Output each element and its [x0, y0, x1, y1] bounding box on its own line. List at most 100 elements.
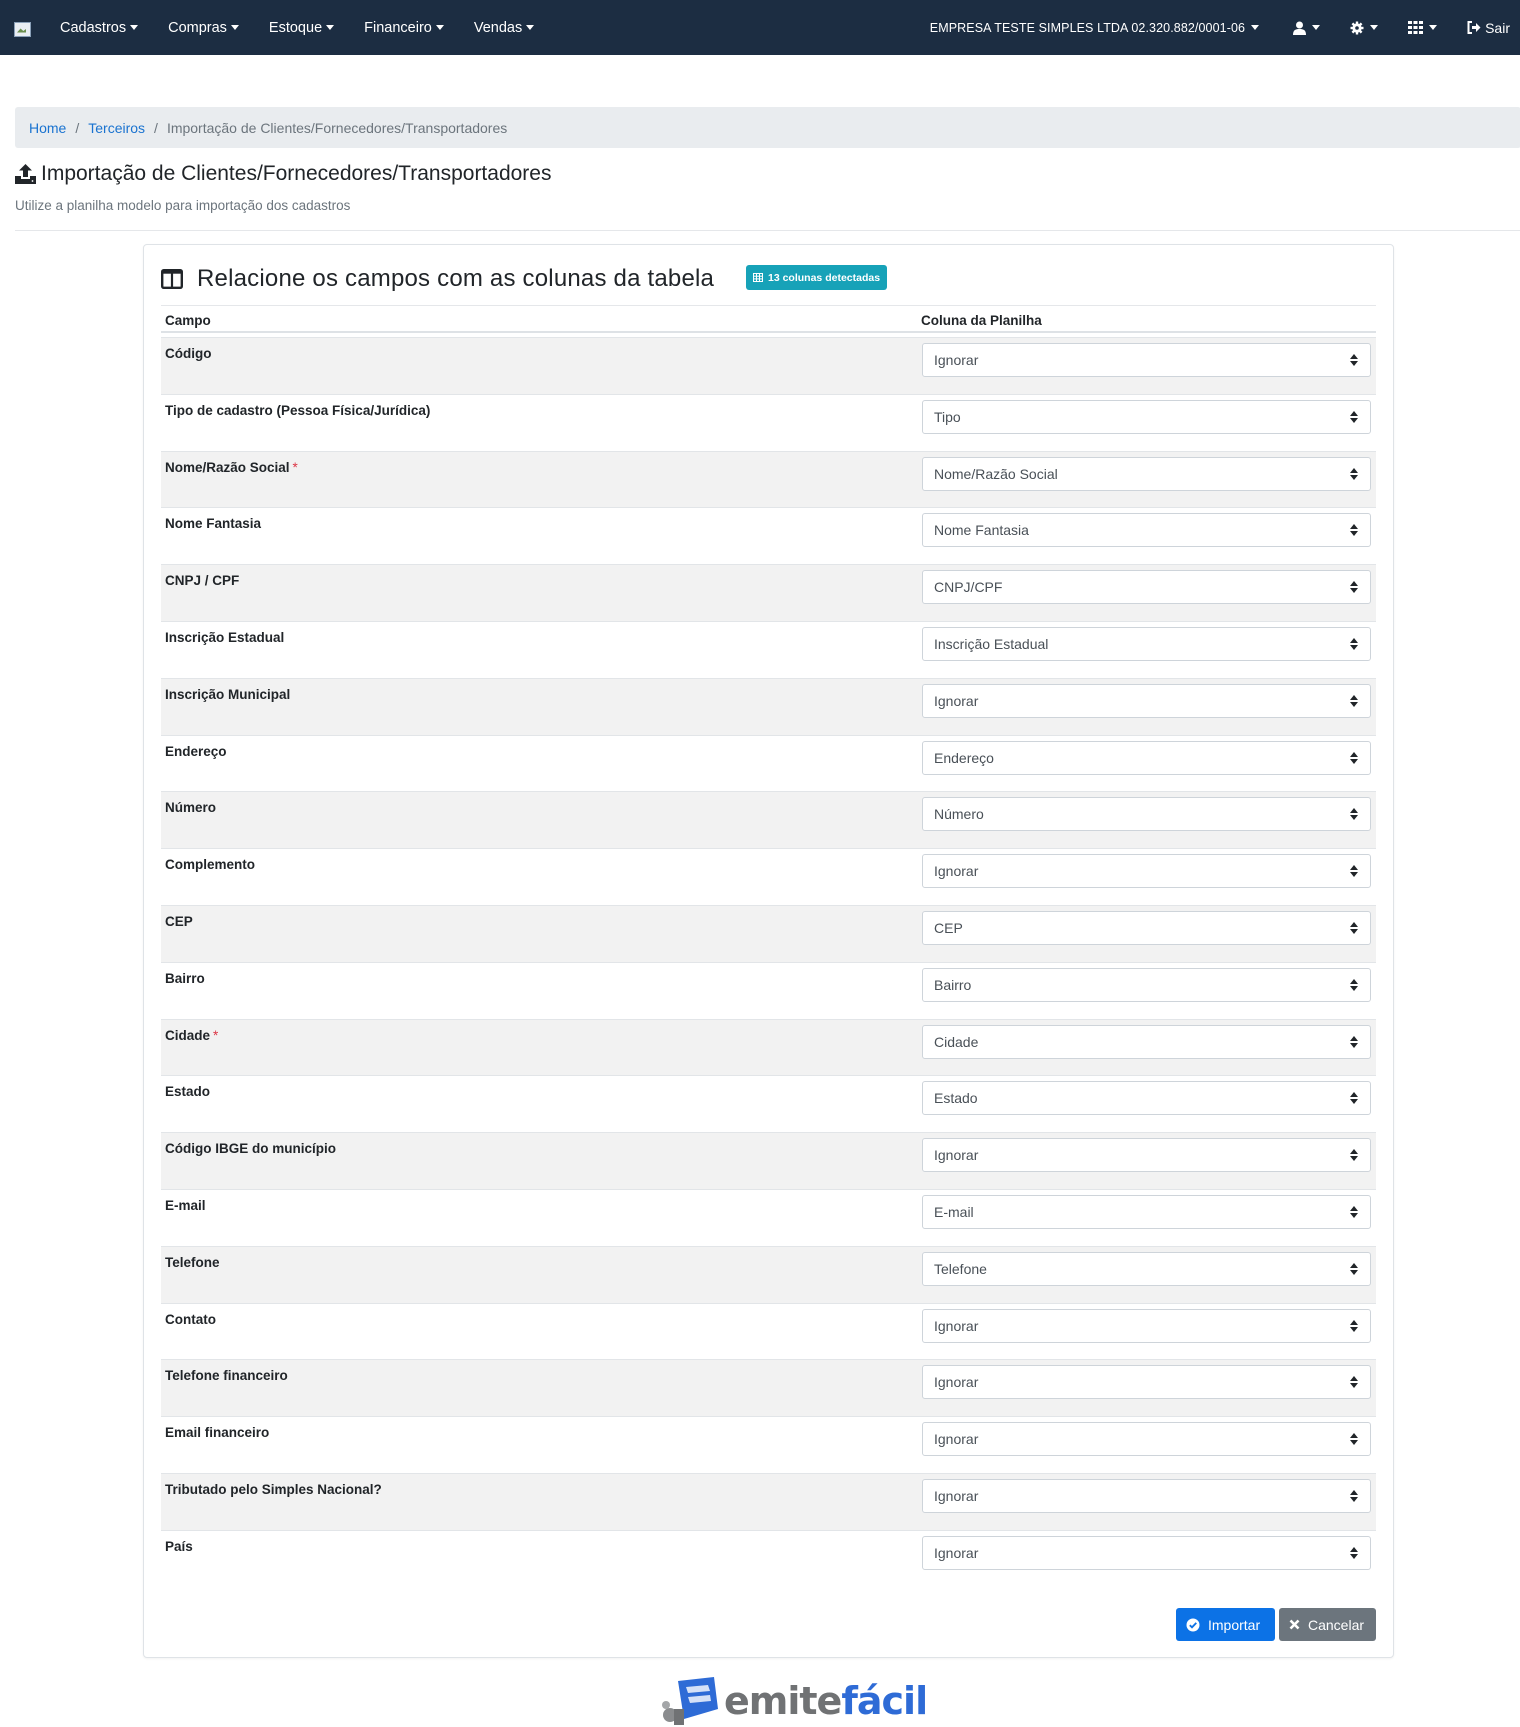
column-select[interactable]: Telefone: [922, 1251, 1371, 1286]
header-coluna-planilha: Coluna da Planilha: [921, 313, 1042, 328]
company-selector[interactable]: EMPRESA TESTE SIMPLES LTDA 02.320.882/00…: [930, 21, 1260, 35]
nav-menu-compras[interactable]: Compras: [168, 20, 239, 36]
field-label-text: CNPJ / CPF: [165, 573, 240, 589]
field-label-text: Número: [165, 800, 217, 816]
table-row: Estado Estado: [161, 1075, 1376, 1132]
select-arrows-icon: [1350, 1433, 1358, 1446]
column-select[interactable]: Ignorar: [922, 1535, 1371, 1570]
column-select[interactable]: Endereço: [922, 740, 1371, 775]
column-select[interactable]: Bairro: [922, 967, 1371, 1002]
card-header: Relacione os campos com as colunas da ta…: [161, 265, 714, 293]
card-divider: [161, 305, 1376, 306]
select-arrows-icon: [1350, 410, 1358, 423]
table-row: E-mail E-mail: [161, 1188, 1376, 1246]
cancel-button[interactable]: Cancelar: [1279, 1608, 1376, 1641]
required-asterisk: *: [292, 459, 298, 475]
column-select-value: Ignorar: [934, 1487, 979, 1504]
table-row: Inscrição Estadual Inscrição Estadual: [161, 620, 1376, 678]
header-campo: Campo: [165, 313, 211, 328]
upload-icon: [15, 164, 36, 184]
mapping-table-body: Código Ignorar Tipo de cadastro (Pessoa Fí…: [161, 337, 1376, 1587]
user-menu[interactable]: [1293, 21, 1321, 35]
field-label: Número: [165, 800, 216, 815]
gear-icon: [1350, 21, 1364, 34]
field-label: E-mail: [165, 1198, 206, 1213]
brand-logo-icon[interactable]: [14, 20, 32, 37]
table-row: Complemento Ignorar: [161, 848, 1376, 905]
table-row: Tributado pelo Simples Nacional? Ignorar: [161, 1472, 1376, 1530]
card-title: Relacione os campos com as colunas da ta…: [197, 265, 715, 292]
caret-down-icon: [1312, 25, 1321, 30]
field-label-text: Nome Fantasia: [165, 516, 262, 532]
column-select[interactable]: Estado: [922, 1081, 1371, 1116]
column-select[interactable]: Ignorar: [922, 1478, 1371, 1513]
nav-menu-label: Financeiro: [364, 19, 432, 36]
table-row: Email financeiro Ignorar: [161, 1416, 1376, 1473]
column-select[interactable]: Cidade: [922, 1024, 1371, 1059]
nav-menu-financeiro[interactable]: Financeiro: [364, 20, 444, 36]
select-arrows-icon: [1350, 1262, 1358, 1275]
table-row: Endereço Endereço: [161, 734, 1376, 792]
nav-menu-cadastros[interactable]: Cadastros: [60, 20, 139, 36]
sign-out-icon: [1467, 21, 1481, 34]
breadcrumb-home-link[interactable]: Home: [29, 120, 66, 136]
column-select[interactable]: Inscrição Estadual: [922, 626, 1371, 661]
column-select-value: Endereço: [934, 749, 994, 766]
table-row: Cidade * Cidade: [161, 1018, 1376, 1076]
field-label-text: Endereço: [165, 743, 227, 759]
columns-icon: [161, 269, 183, 289]
field-label: Código IBGE do município: [165, 1141, 336, 1156]
breadcrumb-terceiros-link[interactable]: Terceiros: [88, 120, 145, 136]
column-select[interactable]: Número: [922, 797, 1371, 832]
field-label-text: Nome/Razão Social: [165, 459, 290, 475]
field-label: Tipo de cadastro (Pessoa Física/Jurídica…: [165, 403, 430, 418]
close-icon: [1289, 1619, 1300, 1630]
page-subtitle: Utilize a planilha modelo para importaçã…: [15, 198, 351, 213]
column-select[interactable]: Ignorar: [922, 1365, 1371, 1400]
logout-label: Sair: [1485, 19, 1510, 36]
breadcrumb-separator: /: [154, 119, 158, 136]
field-label-text: Telefone: [165, 1254, 220, 1270]
check-circle-icon: [1186, 1618, 1200, 1631]
column-select[interactable]: Nome Fantasia: [922, 513, 1371, 548]
column-select-value: Inscrição Estadual: [934, 635, 1049, 652]
table-row: Bairro Bairro: [161, 961, 1376, 1019]
import-button[interactable]: Importar: [1176, 1608, 1275, 1641]
apps-menu[interactable]: [1408, 21, 1438, 34]
column-select[interactable]: Ignorar: [922, 683, 1371, 718]
table-row: Código IBGE do município Ignorar: [161, 1132, 1376, 1189]
field-label: Nome Fantasia: [165, 516, 261, 531]
settings-menu[interactable]: [1350, 21, 1379, 35]
field-label-text: Estado: [165, 1084, 211, 1100]
table-row: Telefone Telefone: [161, 1245, 1376, 1303]
column-select-value: Tipo: [934, 408, 961, 425]
select-arrows-icon: [1350, 1489, 1358, 1502]
column-select[interactable]: CEP: [922, 910, 1371, 945]
select-arrows-icon: [1350, 1092, 1358, 1105]
column-select[interactable]: E-mail: [922, 1194, 1371, 1229]
column-select[interactable]: Ignorar: [922, 1422, 1371, 1457]
caret-down-icon: [526, 25, 535, 30]
column-select[interactable]: Ignorar: [922, 854, 1371, 889]
column-select[interactable]: CNPJ/CPF: [922, 570, 1371, 605]
table-row: Contato Ignorar: [161, 1302, 1376, 1360]
nav-menu-estoque[interactable]: Estoque: [269, 20, 335, 36]
field-label-text: Bairro: [165, 970, 205, 986]
select-arrows-icon: [1350, 354, 1358, 366]
nav-menu-vendas[interactable]: Vendas: [474, 20, 535, 36]
field-label: Telefone financeiro: [165, 1368, 288, 1383]
table-row: CNPJ / CPF CNPJ/CPF: [161, 564, 1376, 621]
column-select[interactable]: Ignorar: [922, 1138, 1371, 1173]
emitefacil-logo: emitefácil: [658, 1675, 928, 1727]
logout-button[interactable]: Sair: [1467, 20, 1510, 36]
select-arrows-icon: [1350, 581, 1358, 594]
caret-down-icon: [1429, 25, 1438, 30]
column-select-value: Nome Fantasia: [934, 522, 1029, 539]
column-select[interactable]: Tipo: [922, 399, 1371, 434]
column-select[interactable]: Ignorar: [922, 1308, 1371, 1343]
column-select[interactable]: Nome/Razão Social: [922, 456, 1371, 491]
field-label-text: Inscrição Estadual: [165, 629, 285, 645]
table-row: Tipo de cadastro (Pessoa Física/Jurídica…: [161, 393, 1376, 451]
select-arrows-icon: [1350, 694, 1358, 707]
column-select[interactable]: Ignorar: [922, 343, 1371, 377]
